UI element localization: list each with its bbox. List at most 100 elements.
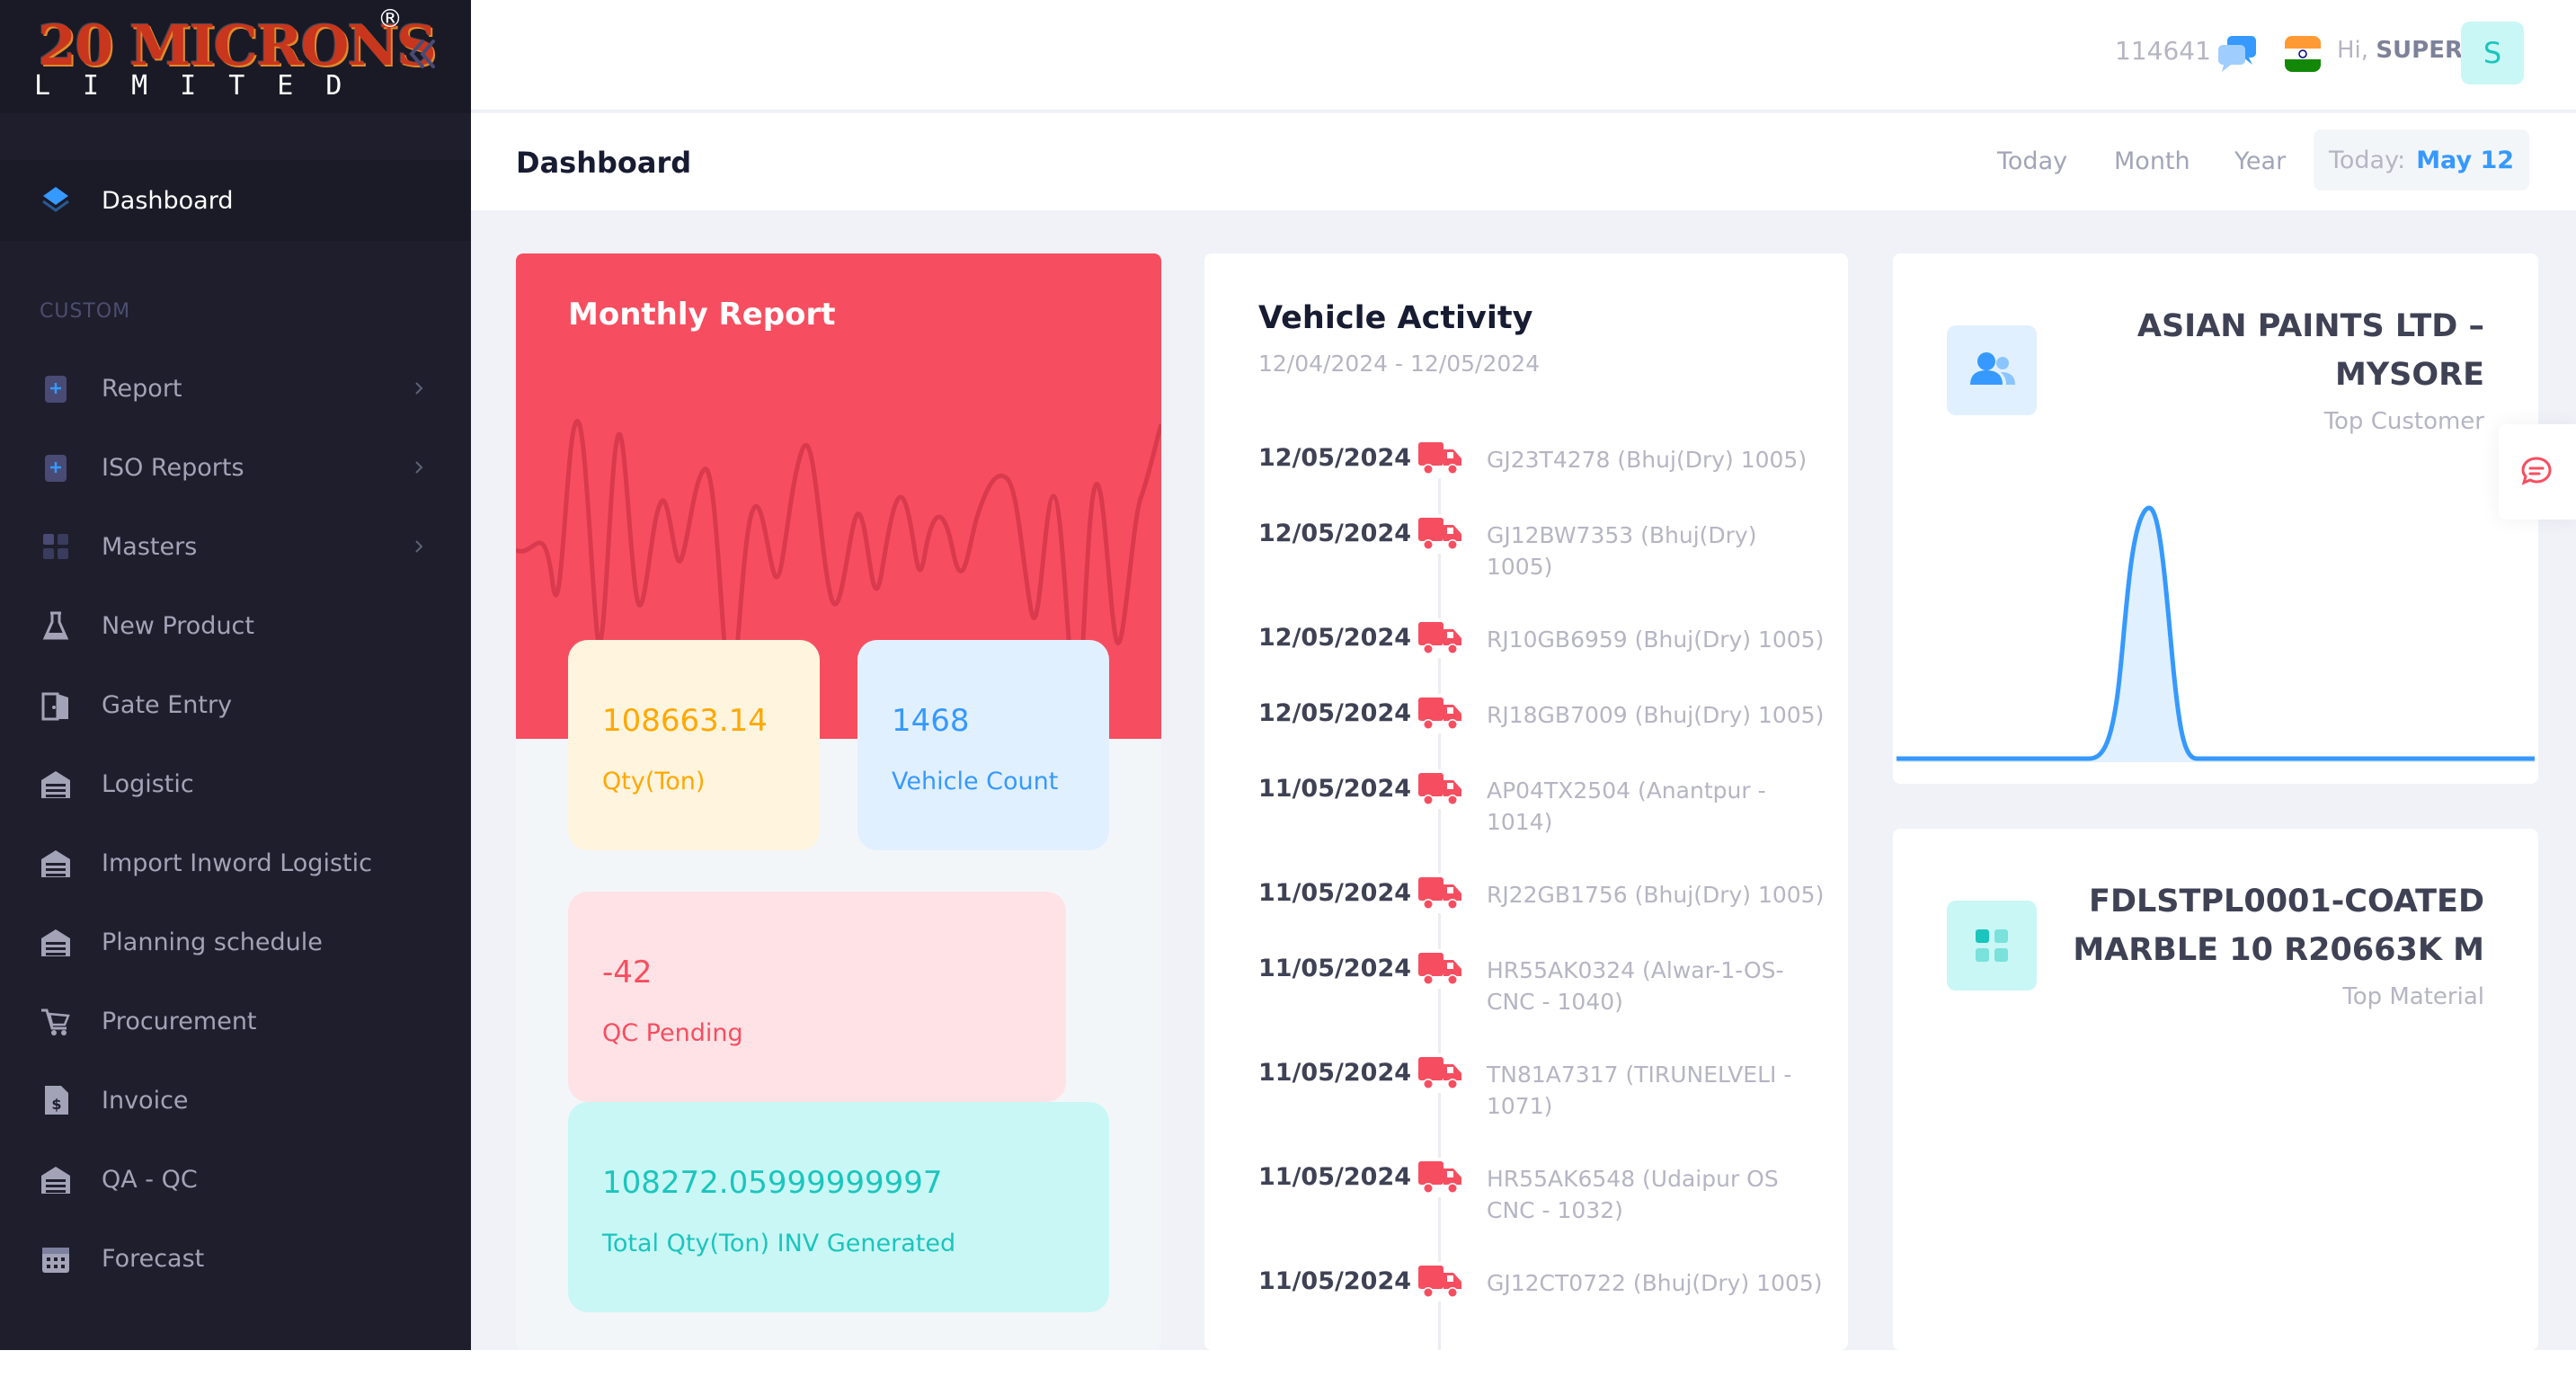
door-icon xyxy=(41,692,68,721)
timeline-vehicle-text: GJ12BW7353 (Bhuj(Dry) 1005) xyxy=(1487,522,1757,580)
sidebar: 20 MICRONS ® LIMITED Dashboard CUSTOM Re… xyxy=(0,0,471,1350)
sidebar-item-label: Gate Entry xyxy=(102,690,233,719)
sidebar-item-label: Invoice xyxy=(102,1086,189,1115)
message-icon xyxy=(2521,457,2552,485)
qty-ton-label: Qty(Ton) xyxy=(602,768,706,795)
qc-pending-stat[interactable]: -42 QC Pending xyxy=(568,892,1066,1102)
chat-icon[interactable] xyxy=(2215,32,2260,74)
sidebar-item-iso-reports[interactable]: ISO Reports xyxy=(0,428,471,507)
timeline-date: 12/05/2024 xyxy=(1258,444,1412,472)
qty-ton-stat[interactable]: 108663.14 Qty(Ton) xyxy=(568,640,820,850)
sidebar-item-gate-entry[interactable]: Gate Entry xyxy=(0,665,471,744)
plus-doc-icon xyxy=(45,455,67,482)
timeline-date: 11/05/2024 xyxy=(1258,1163,1412,1191)
timeline-vehicle-text: HR55AK6548 (Udaipur OS CNC - 1032) xyxy=(1487,1166,1779,1223)
vehicle-count-stat[interactable]: 1468 Vehicle Count xyxy=(857,640,1109,850)
sidebar-item-label: Forecast xyxy=(102,1244,205,1273)
sidebar-item-qa-qc[interactable]: QA - QC xyxy=(0,1140,471,1219)
qty-ton-value: 108663.14 xyxy=(602,703,768,739)
inv-generated-stat[interactable]: 108272.05999999997 Total Qty(Ton) INV Ge… xyxy=(568,1102,1109,1312)
app-root: 20 MICRONS ® LIMITED Dashboard CUSTOM Re… xyxy=(0,0,2576,1350)
truck-icon xyxy=(1417,694,1463,733)
inv-generated-label: Total Qty(Ton) INV Generated xyxy=(602,1230,956,1257)
sidebar-item-label: Import Inword Logistic xyxy=(102,848,372,877)
layers-icon xyxy=(42,187,69,212)
grid-icon xyxy=(1976,929,2008,962)
sidebar-item-new-product[interactable]: New Product xyxy=(0,586,471,665)
vehicle-count-label: Vehicle Count xyxy=(892,768,1059,795)
sidebar-item-report[interactable]: Report xyxy=(0,349,471,428)
timeline-vehicle-text: AP04TX2504 (Anantpur - 1014) xyxy=(1487,777,1766,835)
truck-icon xyxy=(1417,618,1463,658)
today-value: May 12 xyxy=(2416,146,2515,174)
truck-icon xyxy=(1417,1053,1463,1093)
warehouse-icon xyxy=(41,929,70,956)
vehicle-activity-card: Vehicle Activity 12/04/2024 - 12/05/2024… xyxy=(1204,253,1848,1350)
truck-icon xyxy=(1417,874,1463,913)
timeline-date: 11/05/2024 xyxy=(1258,1059,1412,1087)
timeline-vehicle-text: RJ18GB7009 (Bhuj(Dry) 1005) xyxy=(1487,702,1825,728)
double-chevron-left-icon[interactable] xyxy=(403,34,442,74)
top-header: 114641 Hi, SUPER S xyxy=(471,0,2576,111)
sidebar-item-label: Masters xyxy=(102,532,198,561)
india-flag-icon[interactable] xyxy=(2285,36,2321,72)
vehicle-activity-range: 12/04/2024 - 12/05/2024 xyxy=(1258,351,1541,377)
sidebar-item-label: Procurement xyxy=(102,1007,257,1035)
vehicle-count-value: 1468 xyxy=(892,703,970,739)
truck-icon xyxy=(1417,439,1463,478)
brand-logo[interactable]: 20 MICRONS ® LIMITED xyxy=(0,0,471,113)
timeline-date: 11/05/2024 xyxy=(1258,879,1412,907)
filter-year-button[interactable]: Year xyxy=(2234,147,2286,175)
top-customer-chart xyxy=(1896,505,2535,762)
sidebar-item-label: Dashboard xyxy=(102,186,234,215)
sidebar-item-label: Planning schedule xyxy=(102,928,323,956)
timeline-vehicle-text: HR55AK0324 (Alwar-1-OS-CNC - 1040) xyxy=(1487,957,1784,1015)
sidebar-item-planning-schedule[interactable]: Planning schedule xyxy=(0,902,471,982)
sidebar-item-invoice[interactable]: $ Invoice xyxy=(0,1061,471,1140)
top-customer-caption: Top Customer xyxy=(2323,408,2484,435)
today-label: Today: xyxy=(2328,146,2406,174)
user-avatar[interactable]: S xyxy=(2461,22,2524,84)
chevron-right-icon xyxy=(415,461,423,474)
top-material-card: FDLSTPL0001-COATED MARBLE 10 R20663K M T… xyxy=(1893,829,2538,1350)
floating-chat-button[interactable] xyxy=(2499,424,2576,520)
user-id-text: 114641 xyxy=(2115,36,2211,66)
vehicle-activity-title: Vehicle Activity xyxy=(1258,300,1533,336)
flask-icon xyxy=(42,611,69,640)
monthly-report-card: Monthly Report 108663.14 Qty(Ton) 1468 V… xyxy=(516,253,1161,1350)
svg-text:$: $ xyxy=(51,1096,61,1113)
truck-icon xyxy=(1417,949,1463,989)
sidebar-item-import-inword-logistic[interactable]: Import Inword Logistic xyxy=(0,823,471,902)
logo-sub-text: LIMITED xyxy=(34,70,375,102)
timeline-vehicle-text: RJ22GB1756 (Bhuj(Dry) 1005) xyxy=(1487,882,1825,908)
truck-icon xyxy=(1417,1262,1463,1302)
top-material-name: FDLSTPL0001-COATED MARBLE 10 R20663K M xyxy=(2073,884,2484,968)
timeline-vehicle-text: TN81A7317 (TIRUNELVELI - 1071) xyxy=(1487,1062,1792,1119)
invoice-icon: $ xyxy=(45,1086,68,1115)
truck-icon xyxy=(1417,1158,1463,1197)
filter-month-button[interactable]: Month xyxy=(2114,147,2190,175)
timeline-date: 11/05/2024 xyxy=(1258,1267,1412,1295)
user-greeting[interactable]: Hi, SUPER xyxy=(2337,37,2463,64)
user-name: SUPER xyxy=(2376,37,2463,64)
timeline-vehicle-text: RJ10GB6959 (Bhuj(Dry) 1005) xyxy=(1487,626,1825,653)
sidebar-item-forecast[interactable]: Forecast xyxy=(0,1219,471,1298)
cart-icon xyxy=(41,1008,70,1035)
date-picker-button[interactable]: Today: May 12 xyxy=(2314,129,2529,191)
top-customer-name: ASIAN PAINTS LTD – MYSORE xyxy=(2136,308,2484,393)
truck-icon xyxy=(1417,514,1463,554)
logo-main-text: 20 MICRONS xyxy=(38,13,437,78)
timeline-date: 12/05/2024 xyxy=(1258,520,1412,547)
timeline-vehicle-text: GJ12CT0722 (Bhuj(Dry) 1005) xyxy=(1487,1270,1823,1296)
calendar-icon xyxy=(42,1248,69,1273)
timeline-date: 11/05/2024 xyxy=(1258,775,1412,803)
warehouse-icon xyxy=(41,1167,70,1194)
sidebar-item-dashboard[interactable]: Dashboard xyxy=(0,160,471,241)
sidebar-item-procurement[interactable]: Procurement xyxy=(0,982,471,1061)
filter-today-button[interactable]: Today xyxy=(1997,147,2067,175)
sidebar-item-logistic[interactable]: Logistic xyxy=(0,744,471,823)
monthly-report-title: Monthly Report xyxy=(568,297,836,333)
sidebar-item-masters[interactable]: Masters xyxy=(0,507,471,586)
logo-registered-mark: ® xyxy=(378,4,403,33)
sidebar-item-label: Report xyxy=(102,374,182,403)
